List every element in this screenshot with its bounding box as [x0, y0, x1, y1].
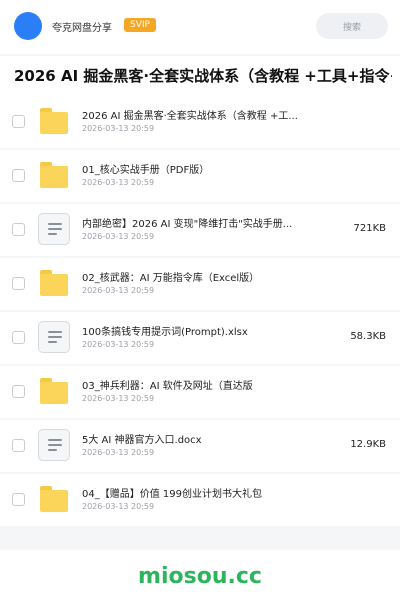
- file-row[interactable]: 5大 AI 神器官方入口.docx 2026-03-13 20:59 12.9KB: [0, 420, 400, 472]
- document-icon: [38, 213, 70, 245]
- file-date: 2026-03-13 20:59: [82, 124, 155, 133]
- file-name[interactable]: 01_核心实战手册（PDF版）: [82, 161, 310, 176]
- app-header: 夸克网盘分享 SVIP 搜索: [0, 0, 400, 54]
- row-checkbox[interactable]: [12, 277, 25, 290]
- row-checkbox[interactable]: [12, 169, 25, 182]
- file-date: 2026-03-13 20:59: [82, 448, 155, 457]
- file-name[interactable]: 内部绝密】2026 AI 变现"降维打击"实战手册...: [82, 215, 310, 230]
- avatar[interactable]: [14, 12, 42, 40]
- file-date: 2026-03-13 20:59: [82, 178, 155, 187]
- file-row[interactable]: 02_核武器：AI 万能指令库（Excel版） 2026-03-13 20:59: [0, 258, 400, 310]
- folder-icon: [38, 483, 70, 515]
- row-checkbox[interactable]: [12, 385, 25, 398]
- folder-icon: [38, 159, 70, 191]
- file-name[interactable]: 02_核武器：AI 万能指令库（Excel版）: [82, 269, 310, 284]
- file-size: 721KB: [353, 223, 386, 234]
- file-row[interactable]: 04_【赠品】价值 199创业计划书大礼包 2026-03-13 20:59: [0, 474, 400, 526]
- file-date: 2026-03-13 20:59: [82, 502, 155, 511]
- file-size: 12.9KB: [350, 439, 386, 450]
- file-row[interactable]: 100条搞钱专用提示词(Prompt).xlsx 2026-03-13 20:59…: [0, 312, 400, 364]
- file-row[interactable]: 01_核心实战手册（PDF版） 2026-03-13 20:59: [0, 150, 400, 202]
- row-checkbox[interactable]: [12, 439, 25, 452]
- file-name[interactable]: 04_【赠品】价值 199创业计划书大礼包: [82, 485, 310, 500]
- file-date: 2026-03-13 20:59: [82, 340, 155, 349]
- title-bar: 2026 AI 掘金黑客·全套实战体系（含教程 +工具+指令+...: [0, 56, 400, 96]
- row-checkbox[interactable]: [12, 493, 25, 506]
- page-title: 2026 AI 掘金黑客·全套实战体系（含教程 +工具+指令+...: [14, 67, 392, 85]
- file-date: 2026-03-13 20:59: [82, 232, 155, 241]
- file-row[interactable]: 03_神兵利器：AI 软件及网址（直达版 2026-03-13 20:59: [0, 366, 400, 418]
- folder-icon: [38, 105, 70, 137]
- row-checkbox[interactable]: [12, 331, 25, 344]
- document-icon: [38, 321, 70, 353]
- search-box[interactable]: 搜索: [316, 13, 388, 39]
- file-size: 58.3KB: [350, 331, 386, 342]
- file-name[interactable]: 100条搞钱专用提示词(Prompt).xlsx: [82, 323, 310, 338]
- file-date: 2026-03-13 20:59: [82, 286, 155, 295]
- file-date: 2026-03-13 20:59: [82, 394, 155, 403]
- document-icon: [38, 429, 70, 461]
- file-name[interactable]: 03_神兵利器：AI 软件及网址（直达版: [82, 377, 310, 392]
- row-checkbox[interactable]: [12, 115, 25, 128]
- file-row[interactable]: 2026 AI 掘金黑客·全套实战体系（含教程 +工... 2026-03-13 …: [0, 96, 400, 148]
- file-name[interactable]: 5大 AI 神器官方入口.docx: [82, 431, 310, 446]
- file-row[interactable]: 内部绝密】2026 AI 变现"降维打击"实战手册... 2026-03-13 2…: [0, 204, 400, 256]
- search-placeholder: 搜索: [342, 23, 361, 33]
- row-checkbox[interactable]: [12, 223, 25, 236]
- folder-icon: [38, 375, 70, 407]
- watermark: miosou.cc: [138, 564, 262, 589]
- folder-icon: [38, 267, 70, 299]
- svip-badge: SVIP: [124, 18, 156, 32]
- sharer-name: 夸克网盘分享: [52, 23, 112, 34]
- file-name[interactable]: 2026 AI 掘金黑客·全套实战体系（含教程 +工...: [82, 107, 310, 122]
